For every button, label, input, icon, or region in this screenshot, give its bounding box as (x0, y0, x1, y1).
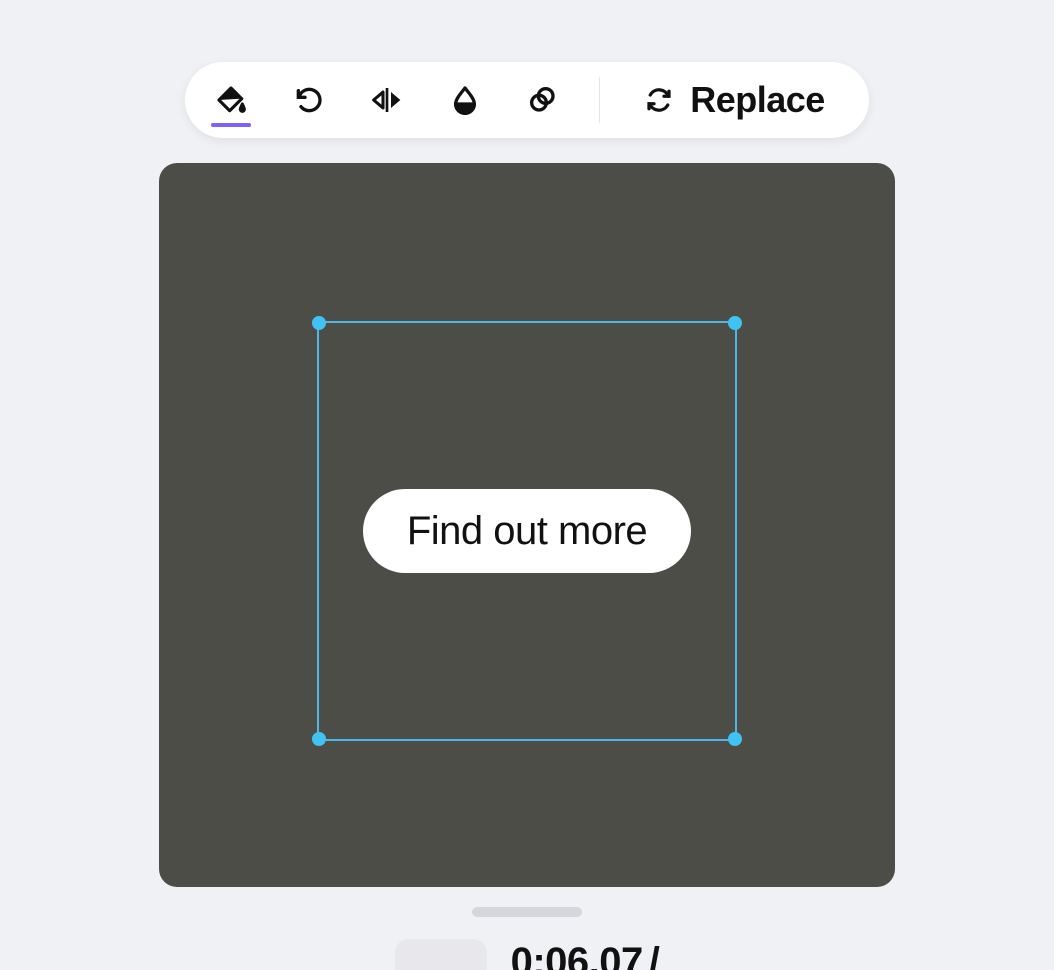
opacity-button[interactable] (443, 78, 487, 122)
toolbar-divider (599, 77, 600, 123)
selection-bounding-box[interactable]: Find out more (317, 321, 737, 741)
resize-handle-top-left[interactable] (312, 316, 326, 330)
panel-drag-handle[interactable] (472, 907, 582, 917)
timeline-thumbnail[interactable] (395, 939, 487, 970)
droplet-icon (449, 84, 481, 116)
resize-handle-bottom-left[interactable] (312, 732, 326, 746)
resize-handle-bottom-right[interactable] (728, 732, 742, 746)
fill-color-button[interactable] (209, 78, 253, 122)
rotate-ccw-icon (293, 84, 325, 116)
canvas[interactable]: Find out more (159, 163, 895, 887)
flip-horizontal-icon (371, 84, 403, 116)
replace-label: Replace (690, 79, 825, 121)
time-current: 0:06.07 (511, 940, 643, 970)
flip-button[interactable] (365, 78, 409, 122)
pill-button: Find out more (363, 489, 691, 573)
paint-bucket-icon (215, 84, 247, 116)
floating-toolbar: Replace (185, 62, 869, 138)
selected-element[interactable]: Find out more (319, 323, 735, 739)
time-separator: / (649, 940, 660, 970)
resize-handle-top-right[interactable] (728, 316, 742, 330)
replace-button[interactable]: Replace (638, 70, 831, 130)
rotate-button[interactable] (287, 78, 331, 122)
duplicate-button[interactable] (521, 78, 565, 122)
replace-icon (644, 85, 674, 115)
duplicate-icon (527, 84, 559, 116)
